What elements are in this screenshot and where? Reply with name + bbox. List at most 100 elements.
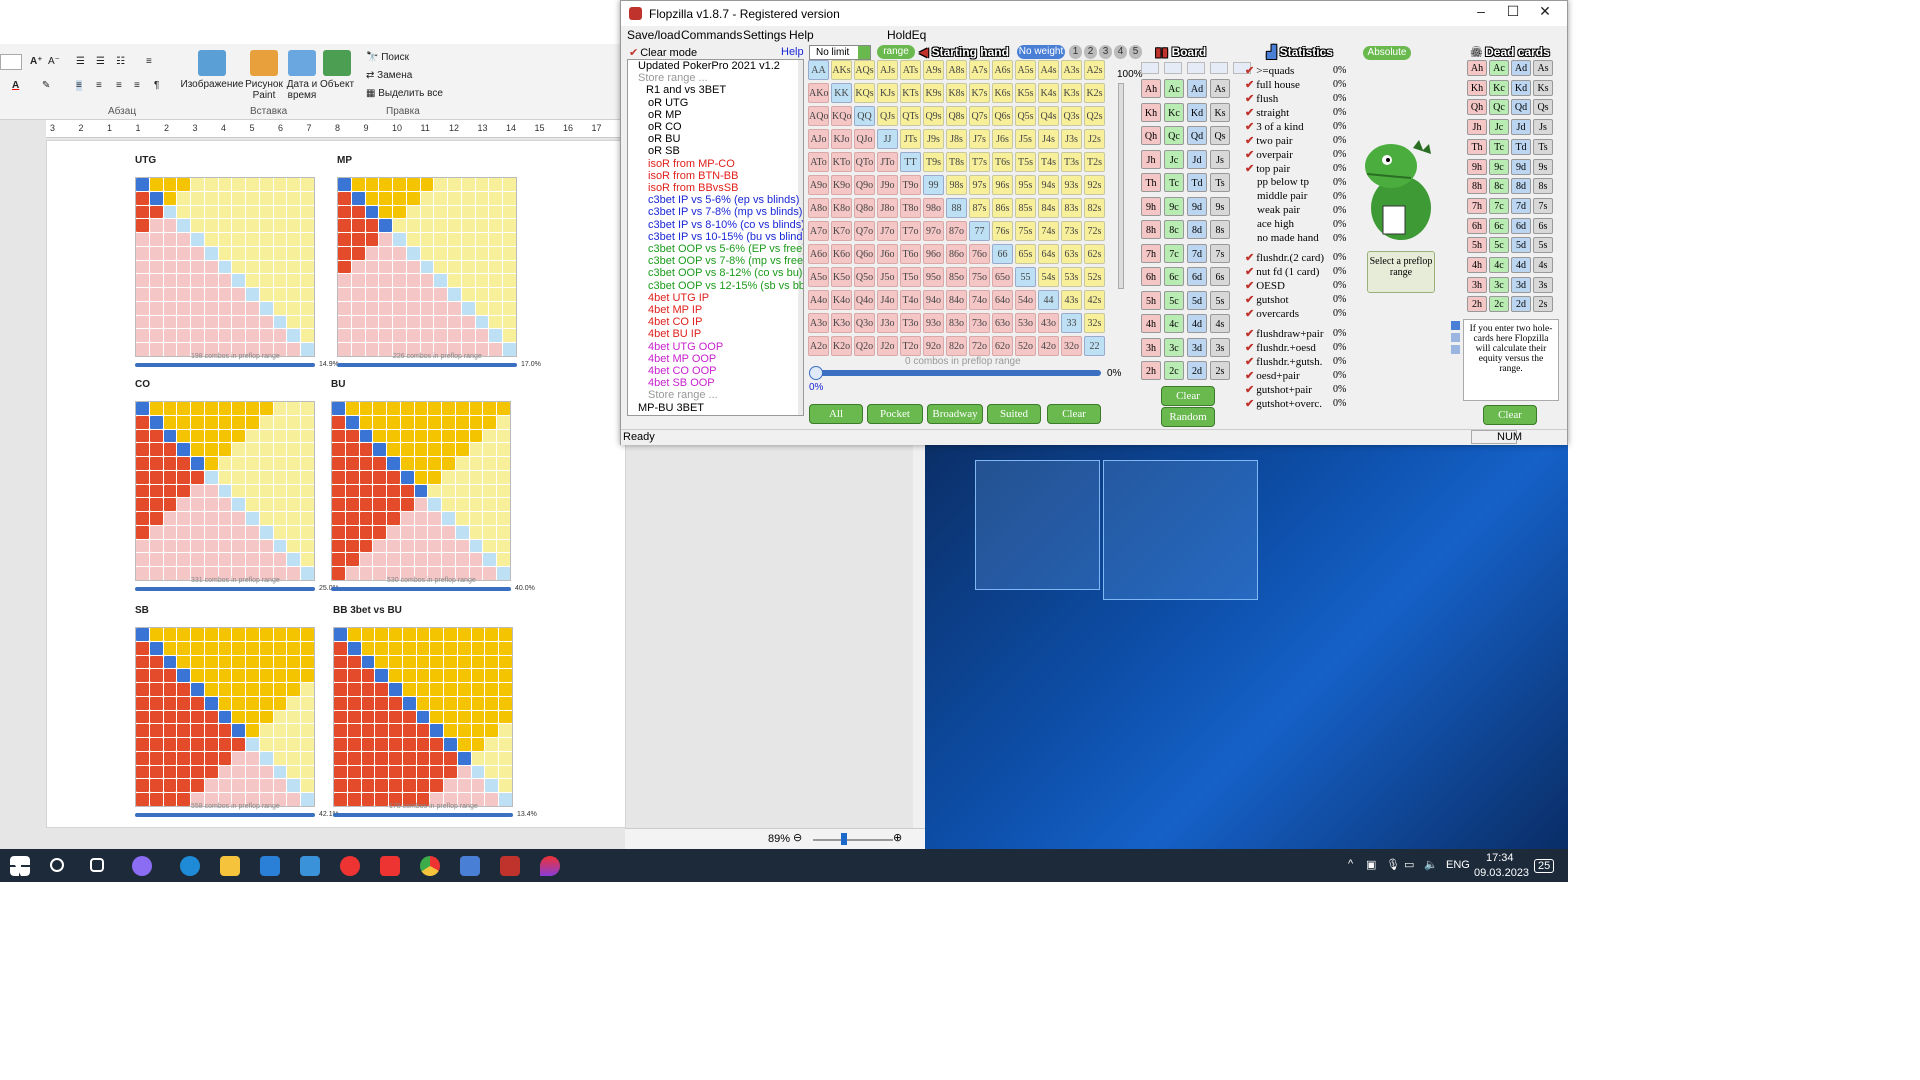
notification-icon[interactable]: 25 (1534, 859, 1555, 873)
board-slot[interactable] (1164, 62, 1182, 74)
hand-cell[interactable]: T3o (900, 313, 921, 333)
board-card[interactable]: Kc (1164, 102, 1184, 122)
hand-cell[interactable]: 75o (969, 267, 990, 287)
weight-button[interactable]: 5 (1129, 45, 1142, 59)
dead-card[interactable]: Kh (1467, 79, 1487, 96)
hand-cell[interactable]: J5o (877, 267, 898, 287)
tree-item[interactable]: oR UTG (648, 97, 688, 109)
hand-cell[interactable]: Q3s (1061, 106, 1082, 126)
replace-button[interactable]: ⇄ Замена (366, 70, 412, 81)
dead-card[interactable]: 2s (1533, 296, 1553, 313)
dead-card[interactable]: 9h (1467, 158, 1487, 175)
dead-card[interactable]: 7d (1511, 197, 1531, 214)
hand-cell[interactable]: K7o (831, 221, 852, 241)
board-card[interactable]: Qs (1210, 126, 1230, 145)
hand-cell[interactable]: K9o (831, 175, 852, 195)
hand-cell[interactable]: AKo (808, 83, 829, 103)
flopzilla-taskbar-icon[interactable] (500, 856, 520, 876)
hand-cell[interactable]: 92o (923, 336, 944, 356)
hand-cell[interactable]: 33 (1061, 313, 1082, 333)
f-toggle-icon[interactable] (1451, 345, 1460, 354)
all-button[interactable]: All (809, 404, 863, 424)
board-card[interactable]: Ks (1210, 102, 1230, 122)
dead-card[interactable]: 4s (1533, 257, 1553, 273)
menu-settings[interactable]: Settings (743, 28, 786, 42)
yandex-browser-icon[interactable] (380, 856, 400, 876)
wordpad-icon[interactable] (460, 856, 480, 876)
dead-card[interactable]: Ts (1533, 138, 1553, 155)
board-card[interactable]: 6d (1187, 267, 1207, 286)
hand-cell[interactable]: J6s (992, 129, 1013, 149)
tree-item[interactable]: 4bet UTG IP (648, 292, 709, 304)
hand-cell[interactable]: A9s (923, 60, 944, 80)
t-toggle-icon[interactable] (1451, 333, 1460, 342)
hand-cell[interactable]: 42s (1084, 290, 1105, 310)
tree-item[interactable]: 4bet CO OOP (648, 365, 716, 377)
hand-cell[interactable]: AQo (808, 106, 829, 126)
dead-card[interactable]: 5d (1511, 237, 1531, 254)
board-card[interactable]: Jd (1187, 149, 1207, 169)
board-card[interactable]: 7c (1164, 243, 1184, 263)
tree-item[interactable]: oR CO (648, 121, 682, 133)
hand-cell[interactable]: Q5o (854, 267, 875, 287)
tree-item[interactable]: c3bet OOP vs 7-8% (mp vs free) (648, 255, 803, 267)
hand-cell[interactable]: A6s (992, 60, 1013, 80)
menu-holdeq[interactable]: HoldEq (887, 28, 926, 42)
insert-datetime-button[interactable]: Дата и время (284, 50, 320, 101)
dead-card[interactable]: 8h (1467, 178, 1487, 195)
hand-cell[interactable]: J8s (946, 129, 967, 149)
document-scrollbar[interactable] (913, 445, 925, 828)
board-slot[interactable] (1210, 62, 1228, 74)
board-card[interactable]: Qd (1187, 126, 1207, 145)
hand-cell[interactable]: 82o (946, 336, 967, 356)
dead-card[interactable]: 9s (1533, 158, 1553, 175)
hand-cell[interactable]: Q6o (854, 244, 875, 264)
hand-cell[interactable]: 77 (969, 221, 990, 241)
hand-cell[interactable]: 55 (1015, 267, 1036, 287)
hand-cell[interactable]: A4s (1038, 60, 1059, 80)
tree-item[interactable]: MP-BU 3BET (638, 402, 704, 414)
dead-card[interactable]: Qd (1511, 99, 1531, 116)
board-card[interactable]: 4h (1141, 314, 1161, 333)
suited-button[interactable]: Suited (987, 404, 1041, 424)
hand-cell[interactable]: 65o (992, 267, 1013, 287)
no-weight-button[interactable]: No weight (1017, 45, 1065, 59)
dead-card[interactable]: 4d (1511, 257, 1531, 273)
dead-card[interactable]: Ah (1467, 60, 1487, 76)
hand-cell[interactable]: T8s (946, 152, 967, 172)
stat-row[interactable]: ✔ flushdr.(2 card) (1245, 251, 1324, 264)
edge-icon[interactable] (180, 856, 200, 876)
hand-cell[interactable]: K8o (831, 198, 852, 218)
hand-cell[interactable]: Q2o (854, 336, 875, 356)
board-card[interactable]: 5s (1210, 290, 1230, 310)
stat-row[interactable]: ✔ flushdr.+oesd (1245, 341, 1316, 354)
zoom-slider[interactable] (813, 839, 893, 841)
zoom-in-icon[interactable]: ⊕ (893, 831, 902, 844)
weight-button[interactable]: 2 (1084, 45, 1097, 59)
hand-cell[interactable]: 93s (1061, 175, 1082, 195)
dead-card[interactable]: 7c (1489, 197, 1509, 214)
stat-row[interactable]: ace high (1245, 218, 1294, 230)
dead-card[interactable]: 2h (1467, 296, 1487, 313)
dead-card[interactable]: Qs (1533, 99, 1553, 116)
board-card[interactable]: 4d (1187, 314, 1207, 333)
board-clear-button[interactable]: Clear (1161, 386, 1215, 406)
hand-cell[interactable]: JTo (877, 152, 898, 172)
find-button[interactable]: 🔭 Поиск (366, 52, 409, 63)
board-card[interactable]: 3d (1187, 337, 1207, 357)
insert-image-button[interactable]: Изображение (180, 50, 244, 90)
hand-cell[interactable]: K7s (969, 83, 990, 103)
tree-item[interactable]: c3bet IP vs 7-8% (mp vs blinds) (648, 206, 802, 218)
hand-cell[interactable]: KQs (854, 83, 875, 103)
hand-cell[interactable]: 44 (1038, 290, 1059, 310)
dead-card[interactable]: Ac (1489, 60, 1509, 76)
hand-cell[interactable]: K3s (1061, 83, 1082, 103)
tree-item[interactable]: c3bet IP vs 5-6% (ep vs blinds) (648, 194, 799, 206)
dead-card[interactable]: 9c (1489, 158, 1509, 175)
hand-cell[interactable]: J9o (877, 175, 898, 195)
hand-cell[interactable]: K2s (1084, 83, 1105, 103)
board-card[interactable]: As (1210, 79, 1230, 98)
hand-cell[interactable]: J2s (1084, 129, 1105, 149)
board-card[interactable]: Jc (1164, 149, 1184, 169)
hand-cell[interactable]: 53s (1061, 267, 1082, 287)
